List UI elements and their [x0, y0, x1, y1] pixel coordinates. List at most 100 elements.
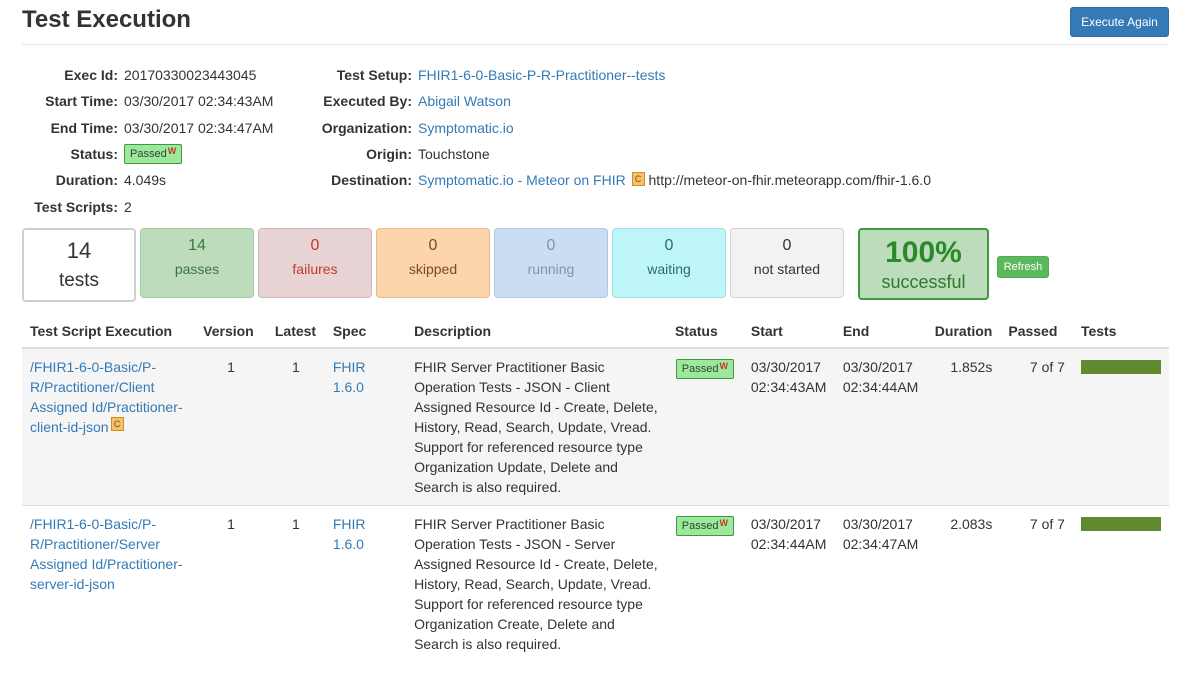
script-link[interactable]: /FHIR1-6-0-Basic/P-R/Practitioner/Server… [30, 516, 183, 592]
summary-passes: 14 passes [140, 228, 254, 298]
summary-failures-label: failures [292, 261, 338, 277]
version-cell: 1 [195, 505, 267, 662]
description-cell: FHIR Server Practitioner Basic Operation… [406, 505, 667, 662]
start-time-row: Start Time: 03/30/2017 02:34:43AM [22, 88, 273, 114]
summary-skipped-count: 0 [428, 237, 438, 254]
summary-failures: 0 failures [258, 228, 372, 298]
client-badge-icon: C [631, 172, 645, 187]
start-cell: 03/30/2017 02:34:44AM [742, 505, 835, 662]
passed-cell: 7 of 7 [1000, 348, 1073, 506]
exec-id-row: Exec Id: 20170330023443045 [22, 62, 273, 88]
execution-info-right: Test Setup: FHIR1-6-0-Basic-P-R-Practiti… [300, 62, 931, 193]
spec-link[interactable]: FHIR 1.6.0 [333, 359, 366, 395]
table-row: /FHIR1-6-0-Basic/P-R/Practitioner/Server… [22, 505, 1169, 662]
start-time-label: Start Time: [45, 93, 118, 110]
col-header-passed[interactable]: Passed [1000, 314, 1073, 349]
warning-flag-icon: W [719, 361, 729, 371]
col-header-start[interactable]: Start [742, 314, 835, 349]
exec-id-value: 20170330023443045 [124, 67, 257, 84]
summary-tests-label: tests [58, 270, 100, 291]
refresh-button[interactable]: Refresh [997, 256, 1049, 278]
tests-progress-bar [1080, 517, 1161, 531]
summary-tests: 14 tests [22, 228, 136, 302]
col-header-latest[interactable]: Latest [266, 314, 325, 349]
start-time: 02:34:44AM [750, 536, 827, 552]
organization-link[interactable]: Symptomatic.io [418, 120, 514, 136]
end-time-value: 03/30/2017 02:34:47AM [124, 119, 274, 136]
summary-skipped: 0 skipped [376, 228, 490, 298]
end-date: 03/30/2017 [842, 516, 913, 532]
table-header-row: Test Script Execution Version Latest Spe… [22, 314, 1169, 349]
status-badge: PassedW [675, 516, 734, 536]
col-header-end[interactable]: End [834, 314, 927, 349]
start-time-value: 03/30/2017 02:34:43AM [124, 93, 274, 110]
tests-progress-bar [1080, 360, 1161, 374]
col-header-spec[interactable]: Spec [324, 314, 407, 349]
summary-passes-label: passes [174, 261, 220, 277]
summary-running: 0 running [494, 228, 608, 298]
end-time: 02:34:44AM [842, 379, 919, 395]
executed-by-row: Executed By: Abigail Watson [300, 88, 931, 114]
status-badge-text: Passed [130, 148, 167, 161]
test-setup-row: Test Setup: FHIR1-6-0-Basic-P-R-Practiti… [300, 62, 931, 88]
passed-cell: 7 of 7 [1000, 505, 1073, 662]
col-header-tests[interactable]: Tests [1072, 314, 1169, 349]
duration-cell: 1.852s [926, 348, 1001, 506]
table-row: /FHIR1-6-0-Basic/P-R/Practitioner/Client… [22, 348, 1169, 506]
summary-skipped-label: skipped [408, 261, 458, 277]
status-badge: PassedW [124, 144, 183, 165]
summary-waiting: 0 waiting [612, 228, 726, 298]
destination-row: Destination: Symptomatic.io - Meteor on … [300, 167, 931, 193]
end-cell: 03/30/2017 02:34:47AM [834, 505, 927, 662]
warning-flag-icon: W [167, 146, 177, 157]
organization-row: Organization: Symptomatic.io [300, 115, 931, 141]
destination-url: http://meteor-on-fhir.meteorapp.com/fhir… [648, 172, 931, 189]
page-title: Test Execution [22, 6, 191, 33]
latest-cell: 1 [266, 348, 325, 506]
summary-passes-count: 14 [188, 237, 206, 254]
start-date: 03/30/2017 [750, 516, 821, 532]
status-badge: PassedW [675, 359, 734, 379]
test-scripts-label: Test Scripts: [34, 198, 118, 215]
summary-failures-count: 0 [310, 237, 320, 254]
test-script-table: Test Script Execution Version Latest Spe… [22, 314, 1169, 662]
status-label: Status: [70, 146, 118, 163]
header-divider [22, 44, 1169, 45]
client-badge-icon: C [110, 417, 124, 431]
summary-success: 100% successful [858, 228, 989, 300]
col-header-status[interactable]: Status [666, 314, 743, 349]
end-date: 03/30/2017 [842, 359, 913, 375]
end-time-label: End Time: [50, 119, 118, 136]
executed-by-label: Executed By: [323, 93, 412, 110]
end-cell: 03/30/2017 02:34:44AM [834, 348, 927, 506]
exec-id-label: Exec Id: [64, 67, 118, 84]
col-header-script[interactable]: Test Script Execution [22, 314, 196, 349]
origin-value: Touchstone [418, 146, 490, 163]
summary-not-started-label: not started [753, 261, 821, 277]
organization-label: Organization: [321, 119, 412, 136]
summary-tests-count: 14 [66, 238, 92, 263]
success-label: successful [881, 272, 966, 292]
col-header-description[interactable]: Description [406, 314, 667, 349]
duration-value: 4.049s [124, 172, 167, 189]
test-setup-link[interactable]: FHIR1-6-0-Basic-P-R-Practitioner--tests [418, 67, 665, 83]
summary-waiting-label: waiting [647, 261, 691, 277]
description-cell: FHIR Server Practitioner Basic Operation… [406, 348, 667, 506]
script-link[interactable]: /FHIR1-6-0-Basic/P-R/Practitioner/Client… [30, 359, 183, 435]
version-cell: 1 [195, 348, 267, 506]
spec-link[interactable]: FHIR 1.6.0 [333, 516, 366, 552]
execute-again-button[interactable]: Execute Again [1070, 7, 1169, 37]
start-cell: 03/30/2017 02:34:43AM [742, 348, 835, 506]
executed-by-link[interactable]: Abigail Watson [418, 93, 511, 109]
start-time: 02:34:43AM [750, 379, 827, 395]
start-date: 03/30/2017 [750, 359, 821, 375]
col-header-duration[interactable]: Duration [926, 314, 1001, 349]
duration-cell: 2.083s [926, 505, 1001, 662]
col-header-version[interactable]: Version [195, 314, 267, 349]
success-percentage: 100% [885, 236, 962, 269]
destination-link[interactable]: Symptomatic.io - Meteor on FHIR [418, 172, 626, 188]
execution-info-left: Exec Id: 20170330023443045 Start Time: 0… [22, 62, 273, 220]
end-time: 02:34:47AM [842, 536, 919, 552]
warning-flag-icon: W [719, 518, 729, 528]
test-setup-label: Test Setup: [336, 67, 412, 84]
